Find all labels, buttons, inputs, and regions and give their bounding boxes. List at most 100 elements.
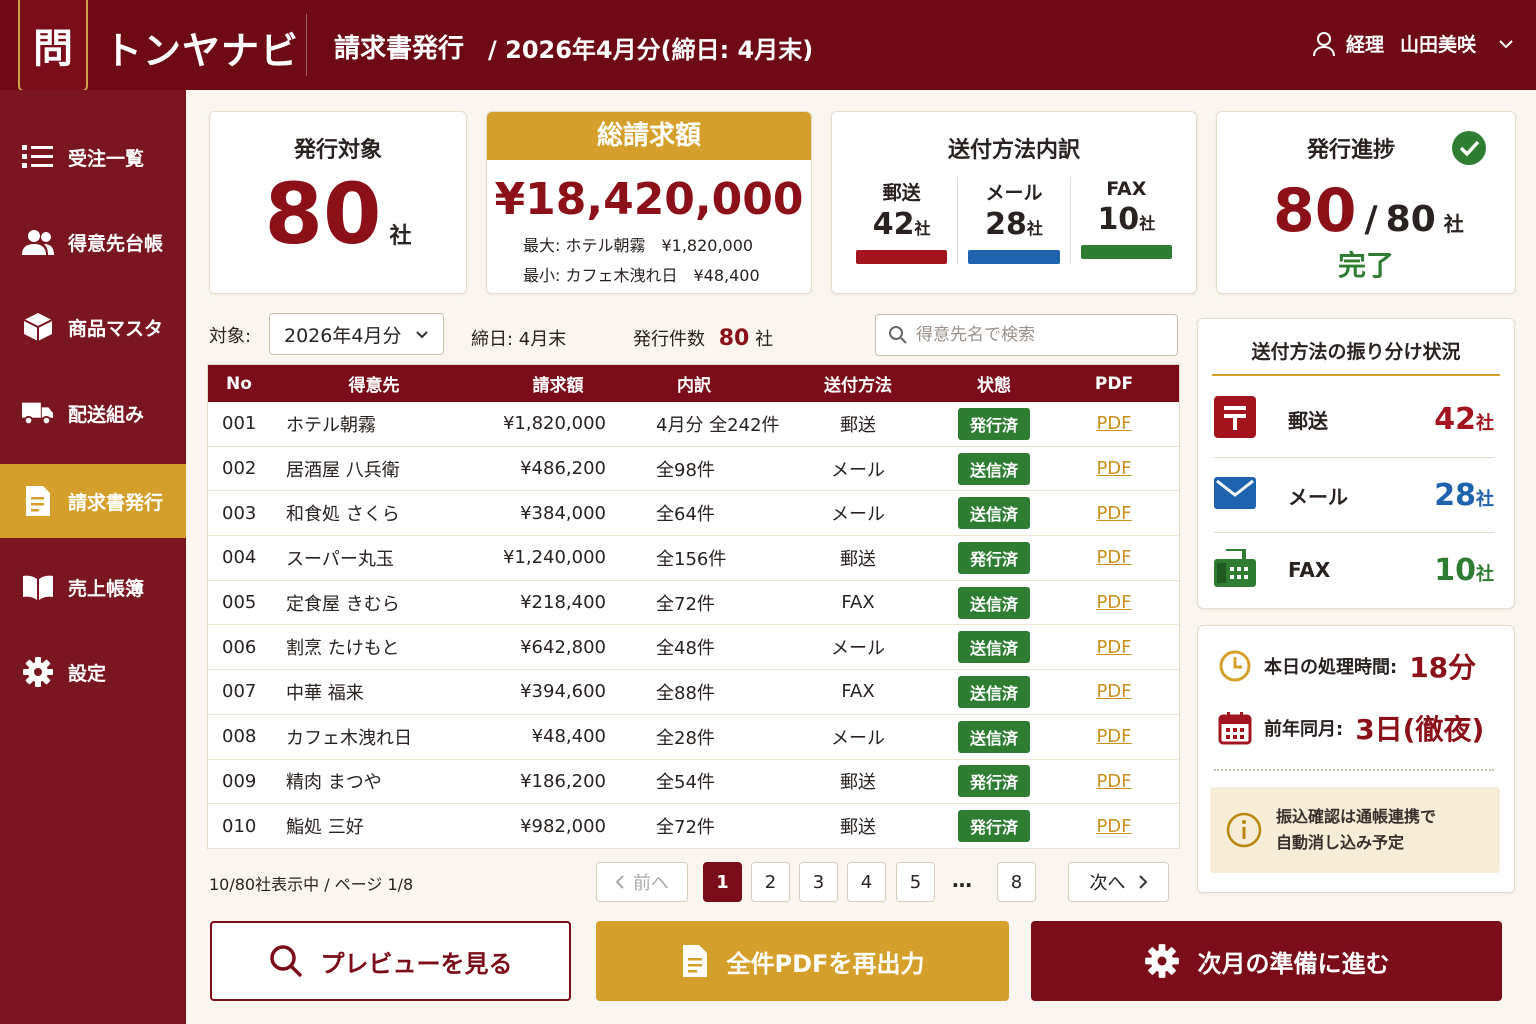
sidebar-item-customers[interactable]: 得意先台帳 xyxy=(0,205,186,279)
page-button-1[interactable]: 1 xyxy=(703,862,742,902)
list-icon xyxy=(22,141,54,173)
table-row[interactable]: 002 居酒屋 八兵衛 ¥486,200 全98件 メール 送信済 PDF xyxy=(208,447,1179,492)
sidebar-item-invoice[interactable]: 請求書発行 xyxy=(0,464,186,538)
row-detail: 全72件 xyxy=(656,817,715,839)
column-header-detail[interactable]: 内訳 xyxy=(606,371,782,396)
search-box[interactable] xyxy=(875,314,1178,356)
pdf-link[interactable]: PDF xyxy=(1096,547,1131,568)
min-amount: 最小: カフェ木洩れ日 ¥48,400 xyxy=(523,266,760,285)
card-title: 総請求額 xyxy=(487,112,811,160)
sidebar-item-products[interactable]: 商品マスタ xyxy=(0,290,186,364)
column-header-method[interactable]: 送付方法 xyxy=(782,371,934,396)
column-header-amount[interactable]: 請求額 xyxy=(480,371,606,396)
pdf-link[interactable]: PDF xyxy=(1096,816,1131,837)
distribution-row-fax: FAX 10社 xyxy=(1214,532,1494,608)
table-row[interactable]: 003 和食処 さくら ¥384,000 全64件 メール 送信済 PDF xyxy=(208,491,1179,537)
page-button-5[interactable]: 5 xyxy=(896,862,935,902)
reissue-pdf-button[interactable]: 全件PDFを再出力 xyxy=(596,921,1009,1001)
sidebar-item-orders[interactable]: 受注一覧 xyxy=(0,120,186,194)
chevron-down-icon xyxy=(1499,39,1513,48)
page-title: 請求書発行 xyxy=(334,34,465,64)
unit-label: 社 xyxy=(1476,412,1494,434)
row-no: 007 xyxy=(222,681,257,703)
next-month-button[interactable]: 次月の準備に進む xyxy=(1031,921,1502,1001)
status-badge: 発行済 xyxy=(957,541,1030,574)
pdf-link[interactable]: PDF xyxy=(1096,413,1131,434)
table-row[interactable]: 007 中華 福来 ¥394,600 全88件 FAX 送信済 PDF xyxy=(208,670,1179,715)
row-detail: 全48件 xyxy=(656,638,715,660)
column-header-no[interactable]: No xyxy=(208,374,268,394)
column-header-pdf[interactable]: PDF xyxy=(1054,374,1174,394)
billing-period: / 2026年4月分(締日: 4月末) xyxy=(488,36,814,64)
user-menu[interactable]: 経理 山田美咲 xyxy=(1312,30,1514,57)
table-row[interactable]: 001 ホテル朝霧 ¥1,820,000 4月分 全242件 郵送 発行済 PDF xyxy=(208,402,1179,447)
issue-count: 発行件数 80 社 xyxy=(633,325,773,351)
sidebar-item-delivery[interactable]: 配送組み xyxy=(0,376,186,450)
divider xyxy=(1214,769,1494,771)
check-circle-icon xyxy=(1452,131,1486,165)
pdf-link[interactable]: PDF xyxy=(1096,458,1131,479)
table-row[interactable]: 005 定食屋 きむら ¥218,400 全72件 FAX 送信済 PDF xyxy=(208,581,1179,626)
last-year-value: 3日(徹夜) xyxy=(1355,713,1485,746)
table-row[interactable]: 010 鮨処 三好 ¥982,000 全72件 郵送 発行済 PDF xyxy=(208,804,1179,849)
app-logo[interactable]: 問 xyxy=(18,0,88,92)
postal-icon xyxy=(1214,396,1258,442)
prev-page-button[interactable]: 前へ xyxy=(596,862,688,902)
row-no: 005 xyxy=(222,592,257,614)
pdf-link[interactable]: PDF xyxy=(1096,726,1131,747)
sidebar-item-ledger[interactable]: 売上帳簿 xyxy=(0,550,186,624)
box-icon xyxy=(22,311,54,343)
next-page-button[interactable]: 次へ xyxy=(1068,862,1169,902)
method-label: FAX xyxy=(1106,178,1147,200)
pdf-link[interactable]: PDF xyxy=(1096,681,1131,702)
table-header: No 得意先 請求額 内訳 送付方法 状態 PDF xyxy=(208,365,1179,402)
row-detail: 全28件 xyxy=(656,727,715,749)
row-pdf-cell: PDF xyxy=(1054,413,1174,434)
row-status-cell: 発行済 xyxy=(934,810,1054,843)
row-method: FAX xyxy=(841,681,875,703)
delivery-distribution-panel: 送付方法の振り分け状況 郵送 42社 メール 28社 FAX 10社 xyxy=(1197,318,1515,609)
column-header-customer[interactable]: 得意先 xyxy=(268,371,480,396)
status-badge: 送信済 xyxy=(957,497,1030,530)
table-row[interactable]: 008 カフェ木洩れ日 ¥48,400 全28件 メール 送信済 PDF xyxy=(208,715,1179,760)
page-button-3[interactable]: 3 xyxy=(799,862,838,902)
unit-label: 社 xyxy=(389,224,412,249)
pdf-link[interactable]: PDF xyxy=(1096,637,1131,658)
row-detail: 全72件 xyxy=(656,593,715,615)
sidebar-item-label: 受注一覧 xyxy=(68,147,145,170)
method-value: 28 xyxy=(985,207,1027,242)
method-bar xyxy=(856,250,948,264)
page-button-last[interactable]: 8 xyxy=(997,862,1036,902)
sidebar-item-settings[interactable]: 設定 xyxy=(0,635,186,709)
total-amount-value: ¥18,420,000 xyxy=(494,174,804,225)
table-row[interactable]: 009 精肉 まつや ¥186,200 全54件 郵送 発行済 PDF xyxy=(208,760,1179,805)
table-row[interactable]: 004 スーパー丸玉 ¥1,240,000 全156件 郵送 発行済 PDF xyxy=(208,536,1179,581)
header-divider xyxy=(306,14,307,76)
row-method: 郵送 xyxy=(840,548,876,570)
row-customer: 和食処 さくら xyxy=(286,504,400,526)
pdf-link[interactable]: PDF xyxy=(1096,503,1131,524)
truck-icon xyxy=(22,397,54,429)
card-title: 送付方法内訳 xyxy=(947,138,1080,163)
notice-line-1: 振込確認は通帳連携で xyxy=(1276,807,1437,826)
unit-label: 社 xyxy=(1476,563,1494,585)
method-mail: メール 28社 xyxy=(957,178,1069,264)
page-button-2[interactable]: 2 xyxy=(751,862,790,902)
distribution-value: 28 xyxy=(1434,477,1476,513)
page-button-4[interactable]: 4 xyxy=(847,862,886,902)
row-detail: 全98件 xyxy=(656,459,715,481)
column-header-status[interactable]: 状態 xyxy=(934,371,1054,396)
table-row[interactable]: 006 割烹 たけもと ¥642,800 全48件 メール 送信済 PDF xyxy=(208,625,1179,671)
pager-info: 10/80社表示中 / ページ 1/8 xyxy=(209,875,414,894)
pdf-link[interactable]: PDF xyxy=(1096,771,1131,792)
fax-icon xyxy=(1214,549,1258,591)
month-select[interactable]: 2026年4月分 xyxy=(269,313,444,355)
row-pdf-cell: PDF xyxy=(1054,816,1174,837)
method-fax: FAX 10社 xyxy=(1069,178,1182,264)
row-status-cell: 発行済 xyxy=(934,407,1054,440)
unit-label: 社 xyxy=(1443,212,1464,236)
user-icon xyxy=(1312,31,1335,56)
preview-button[interactable]: プレビューを見る xyxy=(210,921,571,1001)
pdf-link[interactable]: PDF xyxy=(1096,592,1131,613)
search-input[interactable] xyxy=(916,325,1156,345)
